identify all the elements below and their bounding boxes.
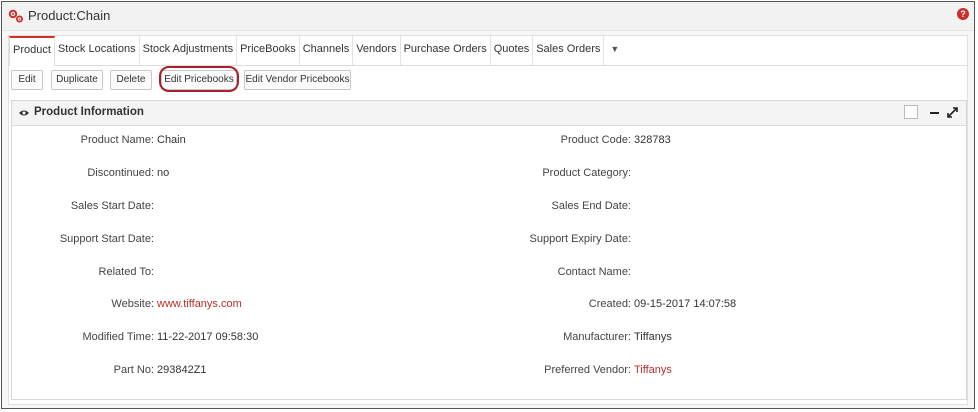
field-value: Tiffanys — [634, 331, 672, 343]
field-label: Contact Name: — [557, 266, 631, 278]
help-icon[interactable]: ? — [957, 8, 969, 20]
main-content: Product Stock Locations Stock Adjustment… — [8, 35, 968, 405]
field-label: Product Code: — [560, 134, 631, 146]
tab-purchase-orders[interactable]: Purchase Orders — [401, 36, 491, 65]
minimize-icon[interactable] — [930, 112, 939, 114]
field-label: Product Category: — [542, 167, 631, 179]
tab-vendors[interactable]: Vendors — [353, 36, 401, 65]
tab-stock-adjustments[interactable]: Stock Adjustments — [140, 36, 238, 65]
tab-pricebooks[interactable]: PriceBooks — [237, 36, 300, 65]
field-label: Preferred Vendor: — [544, 364, 631, 376]
more-tabs-caret-icon[interactable]: ▼ — [604, 36, 625, 65]
edit-button[interactable]: Edit — [11, 70, 43, 90]
field-label: Created: — [588, 298, 631, 310]
field-label: Sales End Date: — [551, 200, 632, 212]
product-window: Product:Chain ? Product Stock Locations … — [1, 1, 975, 409]
edit-vendor-pricebooks-button[interactable]: Edit Vendor Pricebooks — [244, 70, 351, 90]
action-toolbar: Edit Duplicate Delete Edit Pricebooks Ed… — [11, 66, 411, 94]
panel-header: Product Information — [12, 101, 966, 126]
preferred-vendor-link[interactable]: Tiffanys — [634, 364, 672, 376]
product-information-panel: Product Information Product Name: Chain … — [11, 100, 967, 400]
field-value: 328783 — [634, 134, 671, 146]
expand-icon[interactable] — [947, 107, 958, 118]
panel-title: Product Information — [34, 106, 144, 118]
highlight-ring — [159, 66, 239, 92]
tab-sales-orders[interactable]: Sales Orders — [533, 36, 605, 65]
field-label: Support Expiry Date: — [529, 233, 632, 245]
tab-channels[interactable]: Channels — [300, 36, 354, 65]
title-bar: Product:Chain ? — [2, 2, 974, 31]
field-value: 09-15-2017 14:07:58 — [634, 298, 737, 310]
duplicate-button[interactable]: Duplicate — [51, 70, 103, 90]
panel-checkbox[interactable] — [904, 105, 918, 119]
gears-icon — [8, 9, 23, 23]
delete-button[interactable]: Delete — [110, 70, 152, 90]
eye-icon[interactable] — [19, 109, 29, 117]
tab-quotes[interactable]: Quotes — [491, 36, 534, 65]
field-label: Manufacturer: — [563, 331, 631, 343]
tab-product[interactable]: Product — [9, 36, 55, 66]
tab-stock-locations[interactable]: Stock Locations — [55, 36, 140, 65]
tab-bar: Product Stock Locations Stock Adjustment… — [9, 36, 967, 66]
page-title: Product:Chain — [28, 8, 111, 23]
